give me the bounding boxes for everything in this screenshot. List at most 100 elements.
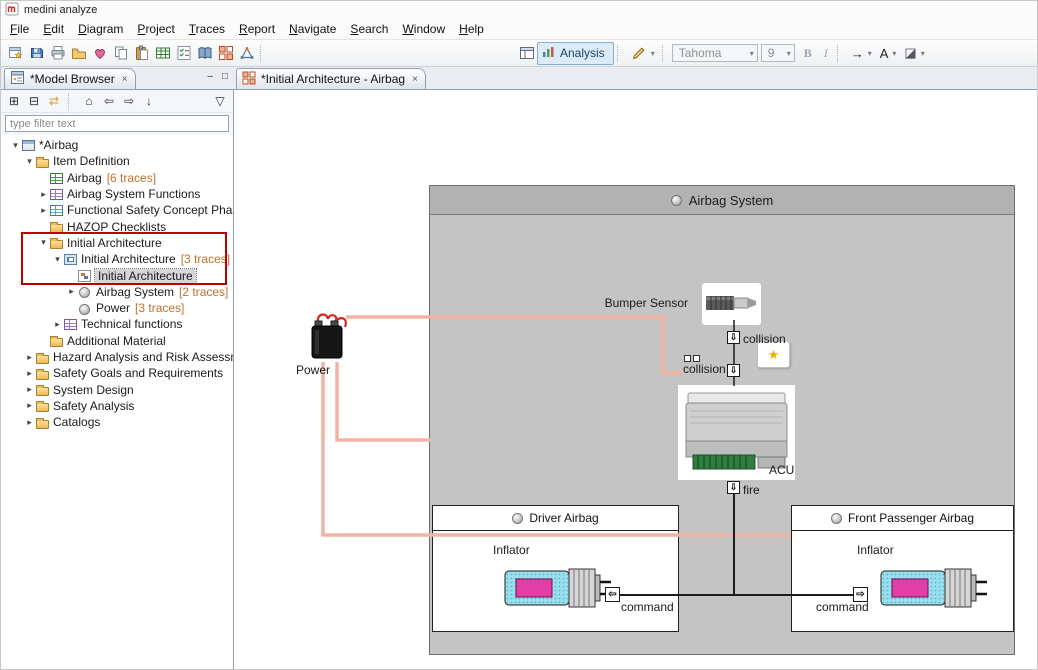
traces-button[interactable] — [236, 43, 257, 63]
bumper-sensor-label[interactable]: Bumper Sensor — [604, 296, 688, 310]
back-button[interactable]: ⇦ — [100, 92, 118, 110]
maximize-view-button[interactable]: □ — [222, 71, 228, 82]
menu-help[interactable]: Help — [452, 20, 491, 38]
minimize-view-button[interactable]: – — [207, 71, 213, 82]
menu-project[interactable]: Project — [130, 20, 181, 38]
perspective-button[interactable] — [516, 43, 537, 63]
collapsed-arrow-icon[interactable]: ▸ — [51, 319, 64, 330]
paste-button[interactable] — [131, 43, 152, 63]
line-style-button[interactable]: → ▾ — [847, 43, 876, 63]
tree-item-hazop-checklists[interactable]: HAZOP Checklists — [1, 218, 233, 234]
expanded-arrow-icon[interactable]: ▾ — [23, 156, 36, 167]
italic-button[interactable]: I — [818, 46, 834, 61]
collapsed-arrow-icon[interactable]: ▸ — [23, 352, 36, 363]
diagram-canvas[interactable]: Airbag System Driver Airbag Front Passen… — [234, 89, 1037, 669]
new-wizard-button[interactable] — [5, 43, 26, 63]
inflator-left-label[interactable]: Inflator — [493, 543, 530, 557]
collapsed-arrow-icon[interactable]: ▸ — [23, 417, 36, 428]
menu-traces[interactable]: Traces — [182, 20, 232, 38]
tree-item-initial-architecture-diagram[interactable]: Initial Architecture — [1, 267, 233, 283]
fire-output-port[interactable]: ⇩ — [727, 481, 740, 494]
menu-navigate[interactable]: Navigate — [282, 20, 343, 38]
collision-flow-port[interactable]: ⇩ — [727, 331, 740, 344]
power-label[interactable]: Power — [296, 363, 330, 377]
collapsed-arrow-icon[interactable]: ▸ — [23, 400, 36, 411]
home-button[interactable]: ⌂ — [80, 92, 98, 110]
tree-item-additional-material[interactable]: Additional Material — [1, 333, 233, 349]
port-handle-icon[interactable] — [693, 355, 700, 362]
bold-button[interactable]: B — [798, 46, 818, 61]
view-menu-button[interactable]: ▽ — [211, 92, 229, 110]
collision-top-label[interactable]: collision — [743, 332, 786, 346]
collapse-all-button[interactable]: ⊟ — [25, 92, 43, 110]
fire-label[interactable]: fire — [743, 483, 760, 497]
report-button[interactable] — [194, 43, 215, 63]
collapsed-arrow-icon[interactable]: ▸ — [65, 286, 78, 297]
sort-button[interactable]: ↓ — [140, 92, 158, 110]
format-wand-button[interactable]: ▾ — [627, 43, 659, 63]
collapsed-arrow-icon[interactable]: ▸ — [23, 384, 36, 395]
favorites-button[interactable] — [89, 43, 110, 63]
menu-window[interactable]: Window — [395, 20, 452, 38]
checklist-button[interactable] — [173, 43, 194, 63]
tree-item-item-definition[interactable]: ▾ Item Definition — [1, 153, 233, 169]
collapsed-arrow-icon[interactable]: ▸ — [23, 368, 36, 379]
link-with-editor-button[interactable]: ⇄ — [45, 92, 63, 110]
power-to-system-connector[interactable] — [337, 362, 430, 440]
menu-search[interactable]: Search — [343, 20, 395, 38]
tree-item-system-design[interactable]: ▸ System Design — [1, 381, 233, 397]
export-button[interactable] — [68, 43, 89, 63]
menu-diagram[interactable]: Diagram — [71, 20, 130, 38]
inflator-right-label[interactable]: Inflator — [857, 543, 894, 557]
tree-item-airbag-root[interactable]: ▾ *Airbag — [1, 137, 233, 153]
tree-item-power[interactable]: Power [3 traces] — [1, 300, 233, 316]
menu-edit[interactable]: Edit — [36, 20, 71, 38]
tree-item-initial-architecture-block[interactable]: ▾ Initial Architecture [3 traces] — [1, 251, 233, 267]
inflator-right-image[interactable] — [878, 561, 988, 619]
forward-button[interactable]: ⇨ — [120, 92, 138, 110]
tree-item-safety-goals[interactable]: ▸ Safety Goals and Requirements — [1, 365, 233, 381]
filter-input[interactable] — [5, 115, 229, 132]
expand-all-button[interactable]: ⊞ — [5, 92, 23, 110]
font-color-button[interactable]: A ▾ — [876, 43, 901, 63]
font-family-combo[interactable]: Tahoma ▾ — [672, 44, 758, 62]
collision-left-label[interactable]: collision — [683, 362, 726, 376]
close-icon[interactable]: × — [412, 74, 418, 85]
expanded-arrow-icon[interactable]: ▾ — [51, 254, 64, 265]
port-handle-icon[interactable] — [684, 355, 691, 362]
driver-airbag-title[interactable]: Driver Airbag — [433, 506, 678, 531]
tree-item-catalogs[interactable]: ▸ Catalogs — [1, 414, 233, 430]
analysis-perspective-toggle[interactable]: Analysis — [537, 42, 614, 65]
tree-item-safety-analysis[interactable]: ▸ Safety Analysis — [1, 398, 233, 414]
save-button[interactable] — [26, 43, 47, 63]
tree-item-airbag-system-functions[interactable]: ▸ Airbag System Functions — [1, 186, 233, 202]
expanded-arrow-icon[interactable]: ▾ — [9, 140, 22, 151]
tree-item-hazard-analysis[interactable]: ▸ Hazard Analysis and Risk Assessmen — [1, 349, 233, 365]
tree-item-airbag[interactable]: Airbag [6 traces] — [1, 170, 233, 186]
menu-file[interactable]: File — [3, 20, 36, 38]
font-size-combo[interactable]: 9 ▾ — [761, 44, 795, 62]
collision-input-port[interactable]: ⇩ — [727, 364, 740, 377]
table-button[interactable] — [152, 43, 173, 63]
command-right-label[interactable]: command — [816, 600, 869, 614]
acu-label[interactable]: ACU — [769, 463, 794, 477]
power-battery-image[interactable] — [307, 310, 350, 365]
fill-color-button[interactable]: ◪ ▾ — [900, 43, 928, 63]
menu-report[interactable]: Report — [232, 20, 282, 38]
diagram-button[interactable] — [215, 43, 236, 63]
inflator-left-image[interactable] — [502, 561, 612, 619]
tree-item-functional-safety-concept[interactable]: ▸ Functional Safety Concept Phas — [1, 202, 233, 218]
editor-tab-initial-architecture[interactable]: *Initial Architecture - Airbag × — [236, 68, 426, 89]
expanded-arrow-icon[interactable]: ▾ — [37, 237, 50, 248]
bumper-sensor-image[interactable] — [702, 283, 761, 325]
airbag-system-title[interactable]: Airbag System — [430, 186, 1014, 215]
close-icon[interactable]: × — [122, 74, 128, 85]
model-browser-tab[interactable]: *Model Browser × — [4, 68, 136, 89]
front-passenger-airbag-title[interactable]: Front Passenger Airbag — [792, 506, 1013, 531]
command-input-port-passenger[interactable]: ⇨ — [853, 587, 868, 602]
tree-item-initial-architecture-folder[interactable]: ▾ Initial Architecture — [1, 235, 233, 251]
collapsed-arrow-icon[interactable]: ▸ — [37, 189, 50, 200]
collapsed-arrow-icon[interactable]: ▸ — [37, 205, 50, 216]
tree-item-technical-functions[interactable]: ▸ Technical functions — [1, 316, 233, 332]
command-left-label[interactable]: command — [621, 600, 674, 614]
